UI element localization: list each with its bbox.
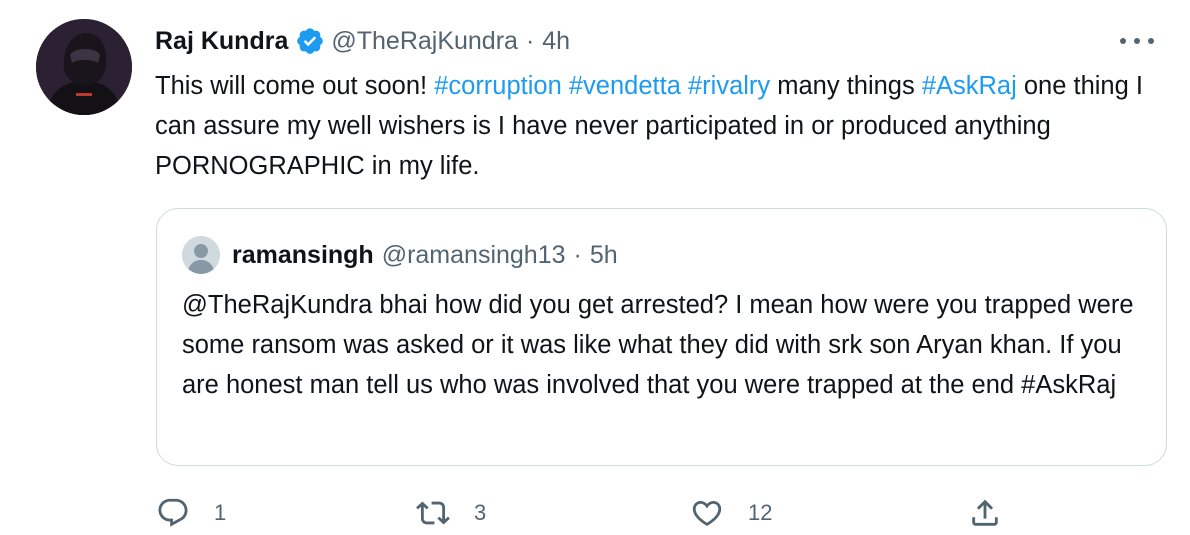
hashtag-link[interactable]: #AskRaj: [922, 72, 1017, 100]
tweet-timestamp[interactable]: 4h: [542, 27, 570, 56]
heart-icon: [690, 496, 724, 530]
quoted-author-name[interactable]: ramansingh: [232, 241, 374, 270]
more-options-icon[interactable]: [1120, 33, 1154, 49]
tweet-actions-bar: 1 3 12: [156, 494, 1016, 534]
reply-button[interactable]: 1: [156, 494, 226, 532]
hashtag-link[interactable]: #rivalry: [688, 72, 770, 100]
reply-icon: [156, 496, 190, 530]
author-avatar[interactable]: [36, 19, 132, 115]
hashtag-link[interactable]: #vendetta: [569, 72, 681, 100]
like-count: 12: [748, 500, 773, 525]
separator-dot: ·: [573, 240, 582, 269]
hashtag-link[interactable]: #corruption: [434, 72, 562, 100]
share-button[interactable]: [968, 494, 1002, 532]
quoted-tweet[interactable]: ramansingh @ramansingh13 · 5h @TheRajKun…: [156, 208, 1167, 466]
quoted-author-handle[interactable]: @ramansingh13: [382, 241, 566, 270]
retweet-count: 3: [474, 500, 487, 525]
reply-count: 1: [214, 500, 227, 525]
author-name[interactable]: Raj Kundra: [155, 27, 288, 56]
tweet-text-segment: many things: [770, 72, 922, 100]
verified-badge-icon: [295, 26, 325, 56]
tweet-text-segment: [681, 72, 688, 100]
tweet-header: Raj Kundra @TheRajKundra · 4h: [155, 24, 570, 58]
quoted-tweet-timestamp: 5h: [589, 240, 618, 269]
tweet-text: This will come out soon! #corruption #ve…: [155, 66, 1165, 186]
default-avatar-icon[interactable]: [182, 236, 220, 274]
author-handle[interactable]: @TheRajKundra: [331, 27, 518, 56]
quoted-tweet-text: @TheRajKundra bhai how did you get arres…: [182, 291, 1134, 399]
tweet-text-segment: [562, 72, 569, 100]
retweet-button[interactable]: 3: [416, 494, 486, 532]
tweet-text-segment: This will come out soon!: [155, 72, 435, 100]
like-button[interactable]: 12: [690, 494, 772, 532]
quoted-tweet-header: ramansingh @ramansingh13 · 5h: [182, 236, 618, 274]
retweet-icon: [416, 496, 450, 530]
share-icon: [968, 496, 1002, 530]
separator-dot: ·: [525, 26, 535, 55]
